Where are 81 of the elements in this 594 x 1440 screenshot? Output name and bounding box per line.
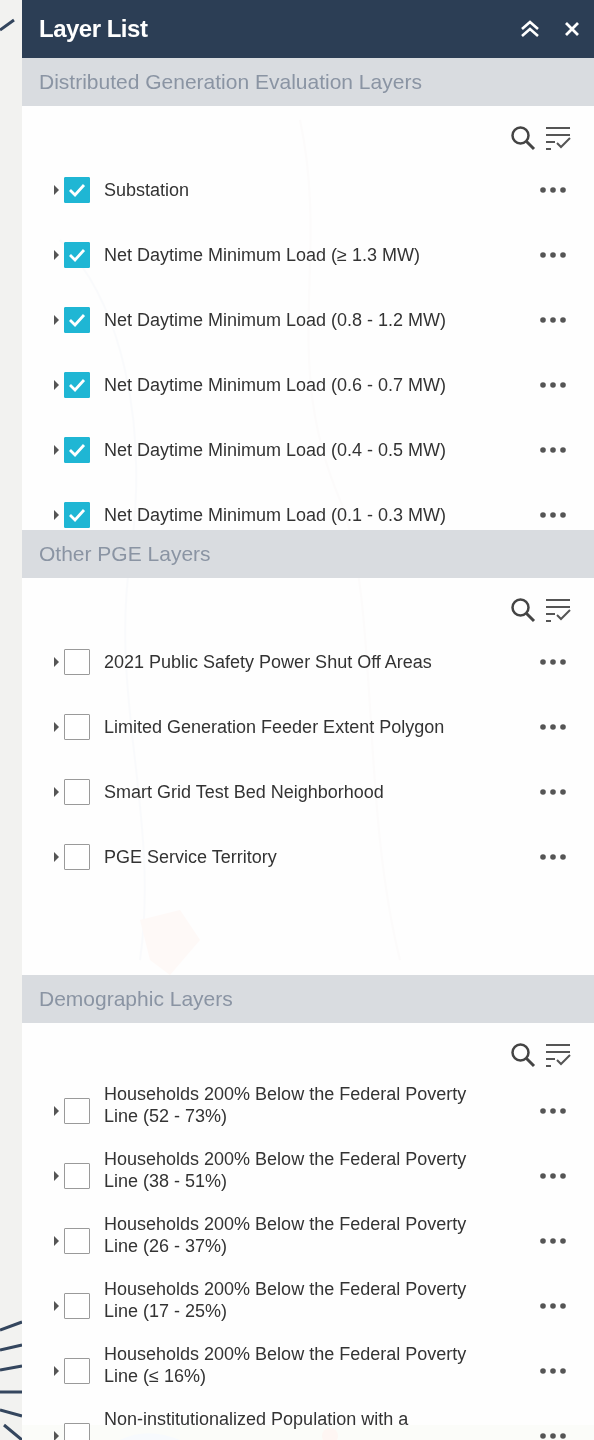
close-button[interactable]	[564, 21, 580, 37]
checkbox[interactable]	[64, 843, 90, 870]
checkbox[interactable]	[64, 713, 90, 740]
layer-name: Net Daytime Minimum Load (0.4 - 0.5 MW)	[104, 438, 447, 461]
layer-name: Non-institutionalized Population with a	[104, 1408, 409, 1430]
checkbox[interactable]	[64, 436, 90, 463]
more-options-button[interactable]	[540, 1238, 566, 1244]
layer-name: Substation	[104, 178, 190, 201]
expand-icon[interactable]	[54, 1431, 59, 1440]
checkbox[interactable]	[64, 371, 90, 398]
layer-name: PGE Service Territory	[104, 845, 277, 868]
expand-icon[interactable]	[54, 249, 59, 260]
more-options-button[interactable]	[540, 511, 566, 518]
layer-name: Households 200% Below the Federal Poverty Line (17 - 25%)	[104, 1278, 468, 1322]
expand-icon[interactable]	[54, 786, 59, 797]
layer-name: Limited Generation Feeder Extent Polygon	[104, 715, 445, 738]
layer-name: 2021 Public Safety Power Shut Off Areas	[104, 650, 432, 673]
filter-list-button[interactable]	[544, 596, 572, 623]
section-title: Other PGE Layers	[39, 541, 211, 568]
expand-icon[interactable]	[54, 509, 59, 520]
search-button[interactable]	[510, 1041, 536, 1068]
checkbox[interactable]	[64, 306, 90, 333]
layer-name: Households 200% Below the Federal Poverty Line (38 - 51%)	[104, 1148, 468, 1192]
expand-icon[interactable]	[54, 1301, 59, 1311]
expand-icon[interactable]	[54, 379, 59, 390]
layer-name: Households 200% Below the Federal Poverty Line (≤ 16%)	[104, 1343, 468, 1387]
section-title: Distributed Generation Evaluation Layers	[39, 69, 422, 96]
filter-list-button[interactable]	[544, 124, 572, 151]
checkbox[interactable]	[64, 1228, 90, 1254]
section-title: Demographic Layers	[39, 986, 233, 1013]
check-icon	[68, 507, 86, 522]
expand-icon[interactable]	[54, 851, 59, 862]
more-options-button[interactable]	[540, 316, 566, 323]
expand-icon[interactable]	[54, 184, 59, 195]
more-options-button[interactable]	[540, 1368, 566, 1374]
panel-title: Layer List	[39, 14, 148, 44]
checkbox[interactable]	[64, 1358, 90, 1384]
checkbox[interactable]	[64, 1293, 90, 1319]
more-options-button[interactable]	[540, 186, 566, 193]
layer-name: Smart Grid Test Bed Neighborhood	[104, 780, 384, 803]
check-icon	[68, 182, 86, 197]
search-button[interactable]	[510, 596, 536, 623]
more-options-button[interactable]	[540, 1433, 566, 1439]
more-options-button[interactable]	[540, 788, 566, 795]
more-options-button[interactable]	[540, 446, 566, 453]
expand-icon[interactable]	[54, 721, 59, 732]
expand-icon[interactable]	[54, 1236, 59, 1246]
check-icon	[68, 247, 86, 262]
check-icon	[68, 442, 86, 457]
collapse-button[interactable]	[520, 20, 540, 38]
search-button[interactable]	[510, 124, 536, 151]
checkbox[interactable]	[64, 1163, 90, 1189]
check-icon	[68, 377, 86, 392]
checkbox[interactable]	[64, 241, 90, 268]
layer-name: Households 200% Below the Federal Poverty Line (26 - 37%)	[104, 1213, 468, 1257]
more-options-button[interactable]	[540, 251, 566, 258]
layer-name: Households 200% Below the Federal Poverty Line (52 - 73%)	[104, 1083, 468, 1127]
checkbox[interactable]	[64, 778, 90, 805]
checkbox[interactable]	[64, 176, 90, 203]
more-options-button[interactable]	[540, 1303, 566, 1309]
expand-icon[interactable]	[54, 444, 59, 455]
more-options-button[interactable]	[540, 723, 566, 730]
more-options-button[interactable]	[540, 381, 566, 388]
checkbox[interactable]	[64, 1098, 90, 1124]
expand-icon[interactable]	[54, 1366, 59, 1376]
more-options-button[interactable]	[540, 1173, 566, 1179]
layer-name: Net Daytime Minimum Load (≥ 1.3 MW)	[104, 243, 420, 266]
layer-name: Net Daytime Minimum Load (0.6 - 0.7 MW)	[104, 373, 447, 396]
checkbox[interactable]	[64, 648, 90, 675]
checkbox[interactable]	[64, 501, 90, 528]
expand-icon[interactable]	[54, 1106, 59, 1116]
expand-icon[interactable]	[54, 314, 59, 325]
filter-list-button[interactable]	[544, 1041, 572, 1068]
layer-name: Net Daytime Minimum Load (0.8 - 1.2 MW)	[104, 308, 447, 331]
layer-name: Net Daytime Minimum Load (0.1 - 0.3 MW)	[104, 503, 447, 526]
check-icon	[68, 312, 86, 327]
more-options-button[interactable]	[540, 853, 566, 860]
expand-icon[interactable]	[54, 656, 59, 667]
expand-icon[interactable]	[54, 1171, 59, 1181]
more-options-button[interactable]	[540, 658, 566, 665]
more-options-button[interactable]	[540, 1108, 566, 1114]
